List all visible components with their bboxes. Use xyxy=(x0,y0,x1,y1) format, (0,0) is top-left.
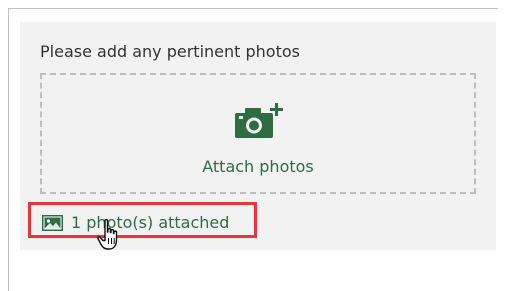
attached-photos-highlight: 1 photo(s) attached xyxy=(28,202,257,238)
image-icon xyxy=(42,215,63,231)
photos-prompt-label: Please add any pertinent photos xyxy=(40,42,300,61)
attach-photos-dropzone[interactable]: Attach photos xyxy=(40,73,476,194)
camera-add-icon xyxy=(235,103,283,138)
hand-pointer-cursor xyxy=(97,218,118,250)
attached-photos-link[interactable]: 1 photo(s) attached xyxy=(71,213,229,232)
panel-top-border xyxy=(8,8,498,9)
panel-left-border xyxy=(8,8,9,291)
attach-photos-label[interactable]: Attach photos xyxy=(42,157,474,176)
photo-upload-page: Please add any pertinent photos Attach p… xyxy=(0,0,506,291)
